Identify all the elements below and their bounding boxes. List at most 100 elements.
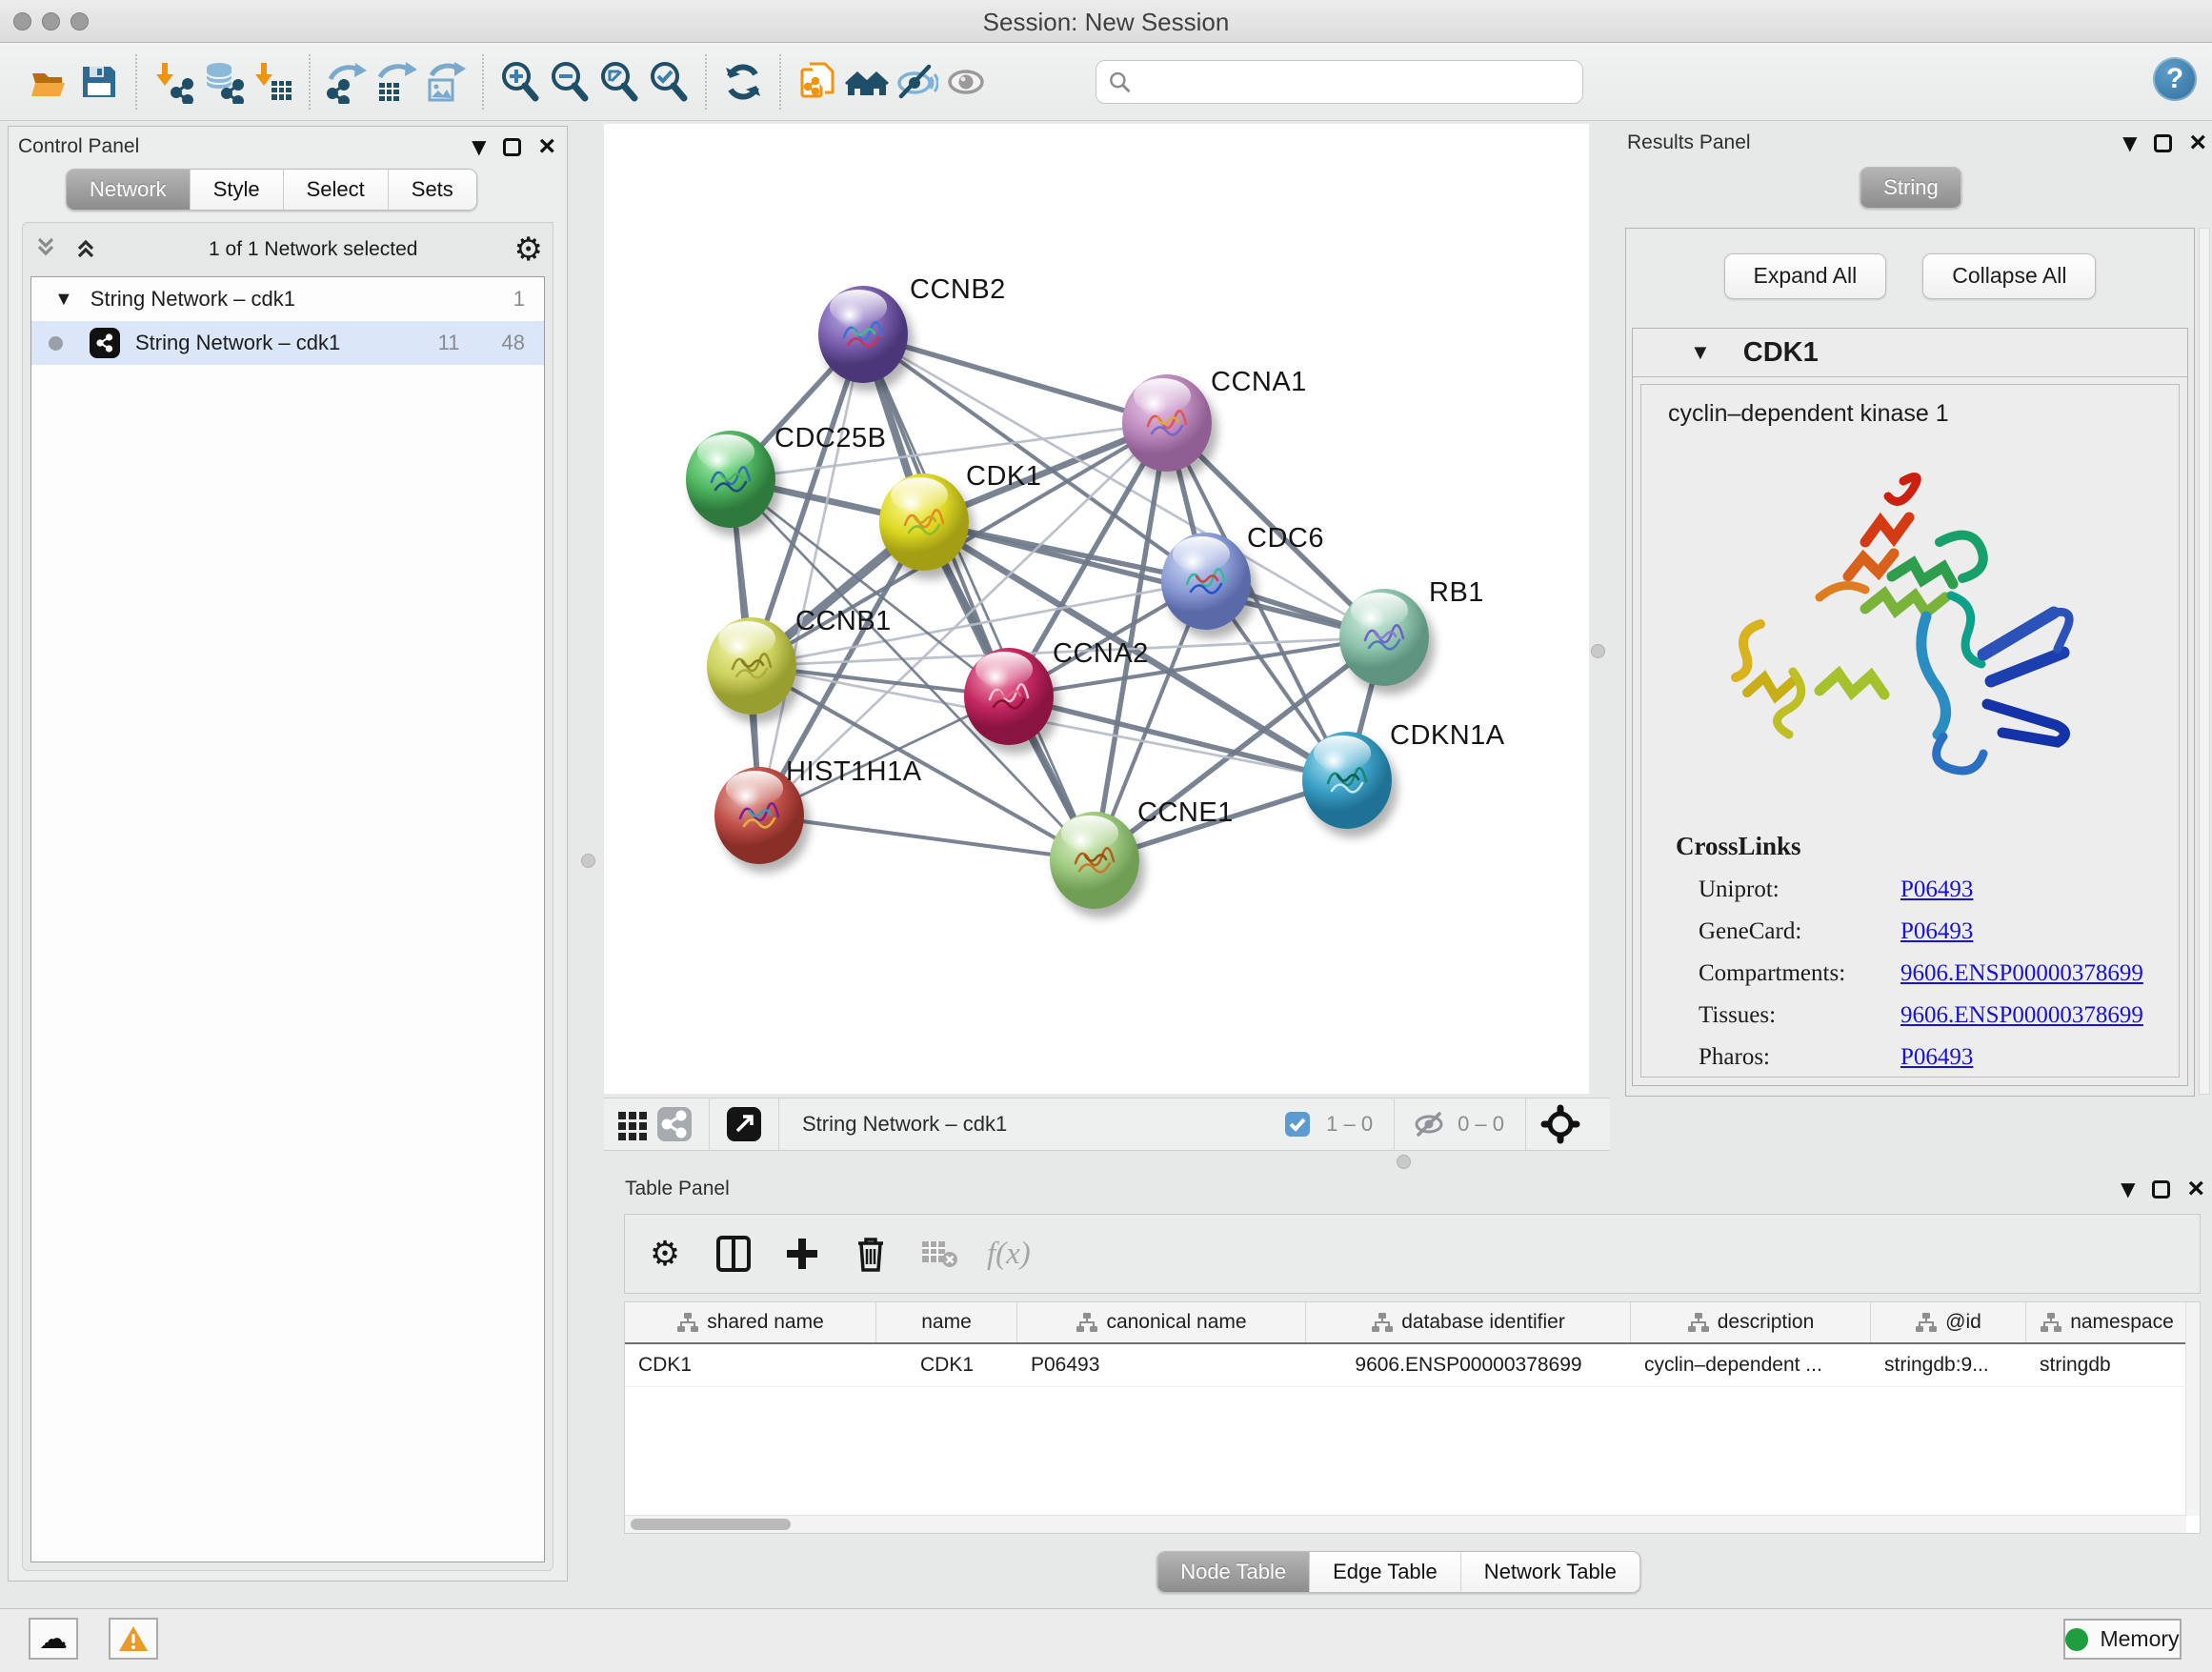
crosslink-uniprot-link[interactable]: P06493 [1900, 876, 1973, 903]
collapse-triangle-icon[interactable]: ▼ [54, 289, 73, 311]
column-header-shared-name[interactable]: shared name [625, 1302, 876, 1342]
float-panel-icon[interactable] [2152, 1180, 2170, 1199]
cloud-button[interactable]: ☁ [29, 1618, 78, 1660]
network-node-ccne1[interactable] [1050, 812, 1139, 909]
expand-all-networks-icon[interactable] [72, 234, 99, 266]
panel-menu-icon[interactable]: ▼ [2122, 131, 2137, 154]
create-column-icon[interactable] [781, 1233, 823, 1275]
gene-header-row[interactable]: ▼ CDK1 [1633, 329, 2187, 377]
results-scrollbar[interactable] [2199, 228, 2210, 1095]
tab-network-table[interactable]: Network Table [1461, 1552, 1639, 1592]
column-header-description[interactable]: description [1631, 1302, 1871, 1342]
table-cell[interactable]: CDK1 [876, 1344, 1017, 1386]
export-table-icon[interactable] [372, 55, 421, 109]
delete-table-icon[interactable] [918, 1233, 960, 1275]
network-node-ccna1[interactable] [1122, 374, 1212, 472]
network-view[interactable]: CCNB2CCNA1CDC25BCDK1CDC6RB1CCNB1CCNA2CDK… [604, 124, 1589, 1094]
column-header-name[interactable]: name [876, 1302, 1017, 1342]
function-builder-icon[interactable]: f(x) [987, 1237, 1031, 1272]
hide-unhide-icon[interactable] [892, 55, 941, 109]
zoom-in-icon[interactable] [495, 55, 545, 109]
show-all-icon[interactable] [941, 55, 991, 109]
network-node-cdc6[interactable] [1161, 533, 1251, 630]
import-table-file-icon[interactable] [248, 55, 297, 109]
table-cell[interactable]: 9606.ENSP00000378699 [1306, 1344, 1631, 1386]
network-edge-ccnb2-hist1h1a[interactable] [759, 334, 863, 816]
network-node-ccna2[interactable] [964, 648, 1054, 745]
tab-select[interactable]: Select [284, 170, 389, 210]
grid-view-icon[interactable] [612, 1103, 654, 1145]
memory-button[interactable]: Memory [2063, 1619, 2182, 1660]
table-cell[interactable]: P06493 [1017, 1344, 1306, 1386]
network-options-gear-icon[interactable]: ⚙ [514, 231, 543, 269]
network-row-selected[interactable]: String Network – cdk1 11 48 [31, 321, 544, 365]
table-vertical-scrollbar[interactable] [2185, 1302, 2200, 1516]
crosslink-genecard-link[interactable]: P06493 [1900, 918, 1973, 945]
tab-sets[interactable]: Sets [389, 170, 476, 210]
zoom-out-icon[interactable] [545, 55, 594, 109]
column-header-namespace[interactable]: namespace [2026, 1302, 2188, 1342]
birds-eye-view-icon[interactable] [1539, 1103, 1581, 1145]
hidden-eye-icon[interactable] [1408, 1103, 1450, 1145]
scrollbar-thumb[interactable] [631, 1519, 791, 1530]
close-panel-icon[interactable]: × [2187, 1179, 2204, 1199]
table-cell[interactable]: CDK1 [625, 1344, 876, 1386]
table-options-gear-icon[interactable]: ⚙ [644, 1233, 686, 1275]
import-network-file-icon[interactable] [149, 55, 198, 109]
network-node-rb1[interactable] [1339, 589, 1429, 686]
right-splitter-handle[interactable] [1591, 644, 1605, 658]
panel-menu-icon[interactable]: ▼ [472, 135, 486, 158]
table-cell[interactable]: cyclin–dependent ... [1631, 1344, 1871, 1386]
save-session-icon[interactable] [74, 55, 124, 109]
export-image-icon[interactable] [421, 55, 471, 109]
column-header-canonical-name[interactable]: canonical name [1017, 1302, 1306, 1342]
crosslink-tissues-link[interactable]: 9606.ENSP00000378699 [1900, 1002, 2143, 1029]
selected-checkbox-icon[interactable] [1277, 1103, 1318, 1145]
network-collection-row[interactable]: ▼ String Network – cdk1 1 [31, 277, 544, 321]
crosslink-pharos-link[interactable]: P06493 [1900, 1044, 1973, 1071]
panel-menu-icon[interactable]: ▼ [2121, 1178, 2135, 1200]
export-network-icon[interactable] [322, 55, 372, 109]
network-node-cdkn1a[interactable] [1302, 732, 1392, 829]
close-panel-icon[interactable]: × [2189, 133, 2206, 152]
table-row[interactable]: CDK1CDK1P064939606.ENSP00000378699cyclin… [625, 1344, 2200, 1387]
tab-network[interactable]: Network [67, 170, 191, 210]
zoom-selected-icon[interactable] [644, 55, 694, 109]
zoom-fit-icon[interactable] [594, 55, 644, 109]
import-network-database-icon[interactable] [198, 55, 248, 109]
left-splitter-handle[interactable] [581, 854, 595, 868]
expand-all-button[interactable]: Expand All [1724, 253, 1887, 299]
tab-string[interactable]: String [1860, 168, 1961, 208]
help-button[interactable]: ? [2153, 57, 2197, 101]
table-horizontal-scrollbar[interactable] [625, 1515, 2186, 1533]
tab-edge-table[interactable]: Edge Table [1310, 1552, 1461, 1592]
search-input[interactable] [1131, 69, 1571, 95]
column-header-database-identifier[interactable]: database identifier [1306, 1302, 1631, 1342]
clone-network-icon[interactable] [793, 55, 842, 109]
collapse-all-button[interactable]: Collapse All [1922, 253, 2096, 299]
crosslink-compartments-link[interactable]: 9606.ENSP00000378699 [1900, 960, 2143, 987]
warnings-button[interactable] [109, 1618, 158, 1660]
network-share-view-icon[interactable] [654, 1103, 695, 1145]
detach-view-icon[interactable] [723, 1103, 765, 1145]
network-node-ccnb1[interactable] [707, 617, 796, 715]
delete-column-icon[interactable] [850, 1233, 892, 1275]
tab-style[interactable]: Style [191, 170, 284, 210]
table-cell[interactable]: stringdb:9... [1871, 1344, 2026, 1386]
network-node-cdk1[interactable] [879, 473, 969, 571]
home-icon[interactable] [842, 55, 892, 109]
show-columns-icon[interactable] [713, 1233, 754, 1275]
column-header--id[interactable]: @id [1871, 1302, 2026, 1342]
float-panel-icon[interactable] [2154, 134, 2172, 152]
open-session-icon[interactable] [25, 55, 74, 109]
close-panel-icon[interactable]: × [538, 137, 555, 156]
float-panel-icon[interactable] [503, 138, 521, 156]
network-edge-ccnb2-ccna1[interactable] [863, 334, 1167, 423]
network-node-ccnb2[interactable] [818, 286, 908, 383]
network-edge-hist1h1a-ccne1[interactable] [759, 816, 1095, 860]
table-cell[interactable]: stringdb [2026, 1344, 2188, 1386]
tab-node-table[interactable]: Node Table [1157, 1552, 1310, 1592]
refresh-icon[interactable] [718, 55, 768, 109]
network-node-cdc25b[interactable] [686, 431, 775, 528]
collapse-triangle-icon[interactable]: ▼ [1690, 340, 1711, 365]
